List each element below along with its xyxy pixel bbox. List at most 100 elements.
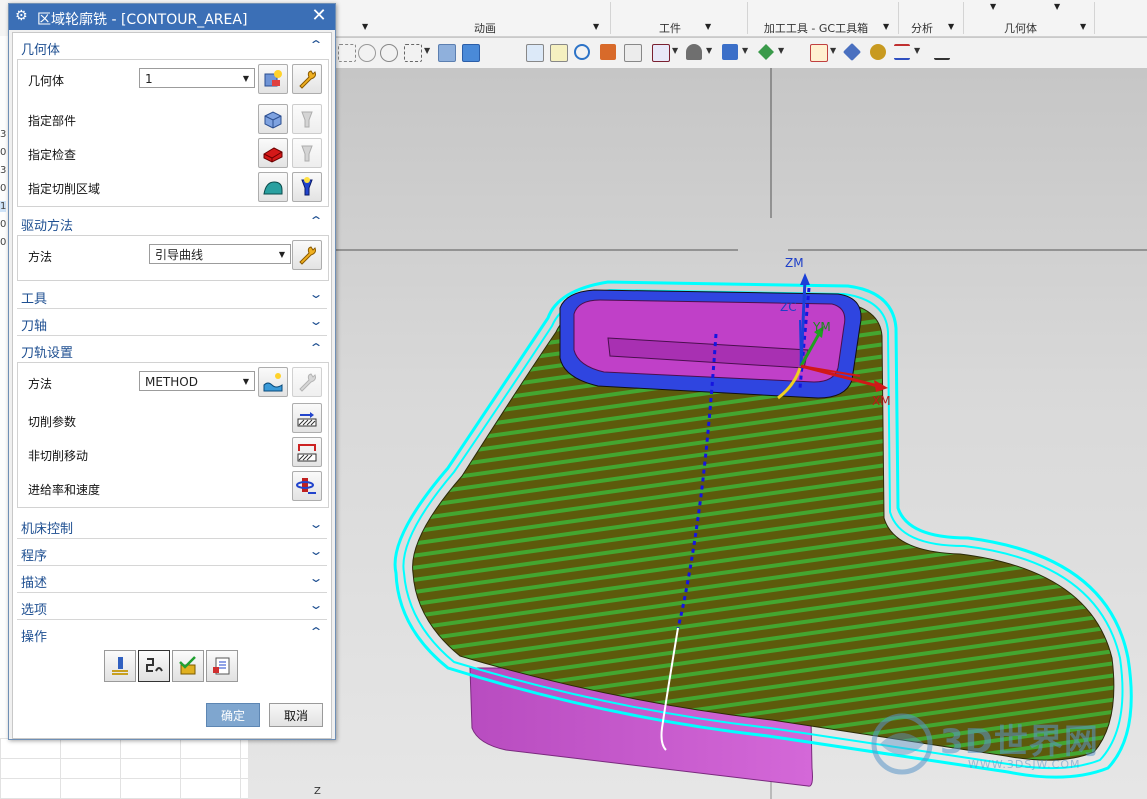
point-icon[interactable] xyxy=(380,44,398,62)
replay-button[interactable] xyxy=(138,650,170,682)
non-cut-moves-button[interactable] xyxy=(292,437,322,467)
generate-button[interactable] xyxy=(104,650,136,682)
chevron-down-icon[interactable]: ▼ xyxy=(948,22,954,31)
ribbon-group-analysis[interactable]: 分析 xyxy=(907,20,937,35)
section-options-header[interactable]: 选项 ⌄ xyxy=(17,597,327,620)
chevron-up-icon[interactable]: ⌃ xyxy=(308,341,323,355)
chevron-down-icon[interactable]: ▼ xyxy=(706,46,712,55)
show-part-button[interactable] xyxy=(292,104,322,134)
section-tool-header[interactable]: 工具 ⌄ xyxy=(17,286,327,309)
snap-icon[interactable] xyxy=(358,44,376,62)
cancel-button[interactable]: 取消 xyxy=(269,703,323,727)
fit-icon[interactable] xyxy=(526,44,544,62)
layer-icon[interactable] xyxy=(624,44,642,62)
chevron-down-icon[interactable]: ▼ xyxy=(1080,22,1086,31)
zoom-icon[interactable] xyxy=(550,44,568,62)
diamond-icon[interactable] xyxy=(758,44,774,60)
section-drive-header[interactable]: 驱动方法 ⌃ xyxy=(17,213,327,234)
ribbon-separator xyxy=(963,2,964,34)
dialog-titlebar[interactable]: ⚙ 区域轮廓铣 - [CONTOUR_AREA] ✕ xyxy=(9,4,335,30)
chevron-down-icon[interactable]: ⌄ xyxy=(308,517,323,531)
specify-cut-area-label: 指定切削区域 xyxy=(28,182,101,196)
chevron-down-icon[interactable]: ⌄ xyxy=(308,544,323,558)
chevron-down-icon[interactable]: ▼ xyxy=(883,22,889,31)
chevron-down-icon[interactable]: ⌄ xyxy=(308,598,323,612)
section-actions-header[interactable]: 操作 ⌃ xyxy=(17,624,327,645)
chevron-down-icon[interactable]: ▼ xyxy=(1054,2,1060,11)
show-cut-area-button[interactable] xyxy=(292,172,322,202)
flashlight-icon xyxy=(301,111,313,128)
view-toolbar: ▼ ▼ ▼ ▼ ▼ ▼ ▼ xyxy=(334,38,1147,69)
chevron-down-icon[interactable]: ⌄ xyxy=(308,571,323,585)
cube-icon[interactable] xyxy=(462,44,480,62)
select-icon[interactable] xyxy=(338,44,356,62)
tree-number: 1 xyxy=(0,201,7,212)
rotate-icon[interactable] xyxy=(574,44,590,60)
ribbon-group-gc-toolbox[interactable]: 加工工具 - GC工具箱 xyxy=(756,20,876,35)
watermark-url: WWW.3DSJW.COM xyxy=(968,758,1081,771)
chevron-down-icon[interactable]: ▼ xyxy=(672,46,678,55)
section-geometry-header[interactable]: 几何体 ⌃ xyxy=(17,37,327,58)
chevron-down-icon[interactable]: ▼ xyxy=(742,46,748,55)
wcs-icon[interactable] xyxy=(810,44,828,62)
section-path-settings-label: 刀轨设置 xyxy=(21,346,74,361)
chevron-up-icon[interactable]: ⌃ xyxy=(308,625,323,639)
graphics-viewport[interactable]: ZM ZC YM XM Z xyxy=(248,68,1147,799)
path-method-label: 方法 xyxy=(28,377,53,391)
chevron-down-icon[interactable]: ▼ xyxy=(914,46,920,55)
box-select-icon[interactable] xyxy=(404,44,422,62)
chevron-down-icon[interactable]: ▼ xyxy=(990,2,996,11)
close-button[interactable]: ✕ xyxy=(309,6,329,26)
solid-icon[interactable] xyxy=(722,44,738,60)
feeds-speeds-button[interactable] xyxy=(292,471,322,501)
xm-axis-label: XM xyxy=(872,394,891,408)
pan-icon[interactable] xyxy=(600,44,616,60)
chevron-down-icon[interactable]: ▼ xyxy=(830,46,836,55)
section-path-settings-header[interactable]: 刀轨设置 ⌃ xyxy=(17,340,327,361)
list-button[interactable] xyxy=(206,650,238,682)
path-method-select[interactable]: METHOD ▼ xyxy=(139,371,255,391)
chevron-up-icon[interactable]: ⌃ xyxy=(308,214,323,228)
chevron-down-icon[interactable]: ▼ xyxy=(362,22,368,31)
ribbon-group-animation[interactable]: 动画 xyxy=(455,20,515,35)
edit-method-button[interactable] xyxy=(292,367,322,397)
new-method-icon xyxy=(263,373,283,392)
section-program-header[interactable]: 程序 ⌄ xyxy=(17,543,327,566)
section-machine-control-header[interactable]: 机床控制 ⌄ xyxy=(17,516,327,539)
ok-button[interactable]: 确定 xyxy=(206,703,260,727)
chevron-down-icon[interactable]: ▼ xyxy=(593,22,599,31)
section-geometry-label: 几何体 xyxy=(21,43,61,58)
ribbon-group-geometry[interactable]: 几何体 xyxy=(998,20,1043,35)
cam-model-view xyxy=(248,68,1147,799)
cut-params-button[interactable] xyxy=(292,403,322,433)
measure-icon[interactable] xyxy=(842,42,862,62)
section-axis-header[interactable]: 刀轴 ⌄ xyxy=(17,313,327,336)
edit-geometry-button[interactable] xyxy=(292,64,322,94)
chevron-down-icon[interactable]: ▼ xyxy=(778,46,784,55)
gear-tool-icon[interactable] xyxy=(870,44,886,60)
chevron-up-icon[interactable]: ⌃ xyxy=(308,38,323,52)
chevron-down-icon[interactable]: ▼ xyxy=(705,22,711,31)
verify-button[interactable] xyxy=(172,650,204,682)
chevron-down-icon[interactable]: ⌄ xyxy=(308,314,323,328)
geometry-select[interactable]: 1 ▼ xyxy=(139,68,255,88)
section-geometry-body: 几何体 1 ▼ 指定部件 指定检查 指定切削区域 xyxy=(17,59,329,207)
edit-drive-method-button[interactable] xyxy=(292,240,322,270)
specify-check-button[interactable] xyxy=(258,138,288,168)
dimension-icon[interactable] xyxy=(894,44,910,60)
section-description-header[interactable]: 描述 ⌄ xyxy=(17,570,327,593)
ruler-icon[interactable] xyxy=(934,44,950,60)
new-method-button[interactable] xyxy=(258,367,288,397)
ribbon-group-workpiece[interactable]: 工件 xyxy=(650,20,690,35)
display-icon[interactable] xyxy=(652,44,670,62)
tree-number: 3 xyxy=(0,129,7,140)
shade-icon[interactable] xyxy=(686,44,702,60)
drive-method-select[interactable]: 引导曲线 ▼ xyxy=(149,244,291,264)
model-icon[interactable] xyxy=(438,44,456,62)
show-check-button[interactable] xyxy=(292,138,322,168)
new-geometry-button[interactable] xyxy=(258,64,288,94)
specify-part-button[interactable] xyxy=(258,104,288,134)
chevron-down-icon[interactable]: ⌄ xyxy=(308,287,323,301)
chevron-down-icon[interactable]: ▼ xyxy=(424,46,430,55)
specify-cut-area-button[interactable] xyxy=(258,172,288,202)
